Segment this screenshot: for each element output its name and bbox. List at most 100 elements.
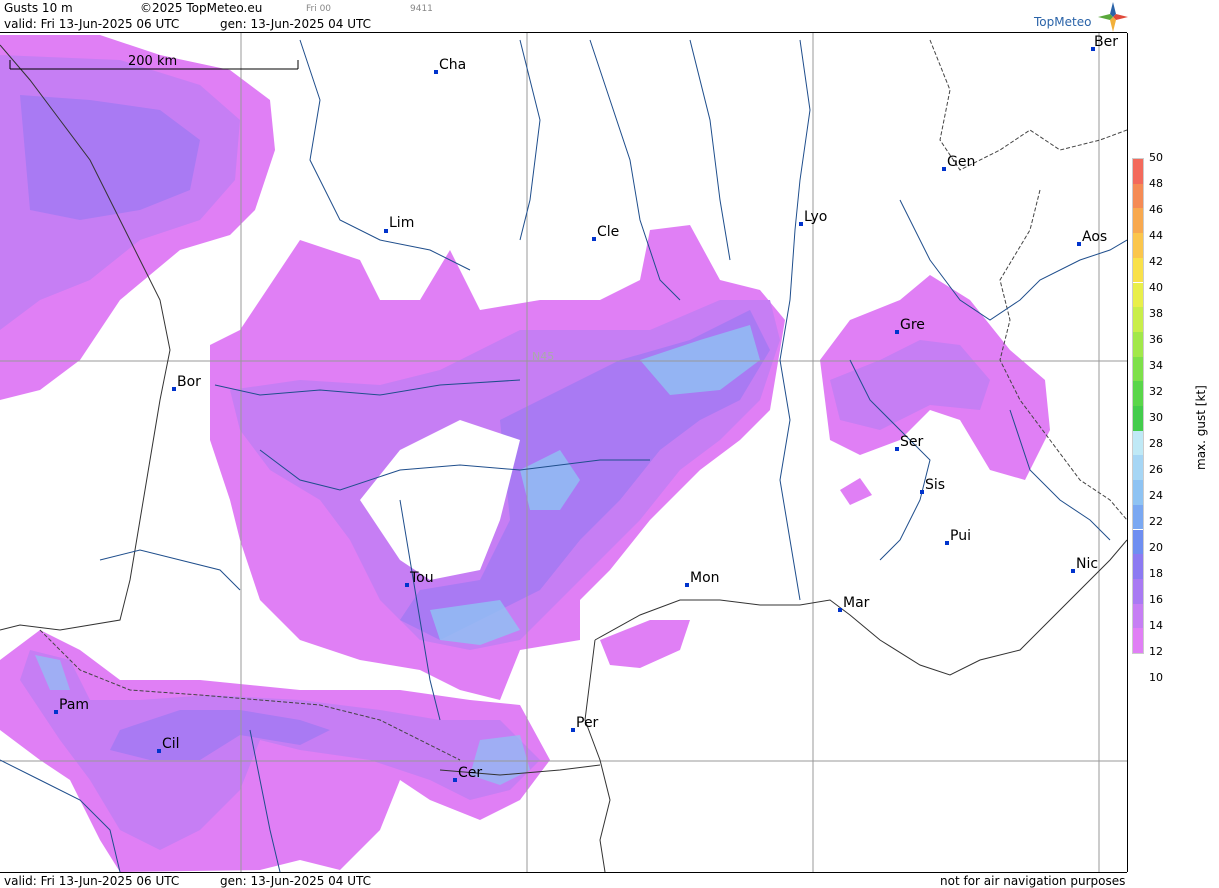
city-label: Cha — [439, 57, 466, 73]
legend-swatch — [1133, 430, 1143, 456]
city-dot — [945, 541, 949, 545]
valid-time: valid: Fri 13-Jun-2025 06 UTC — [4, 17, 180, 31]
legend-tick: 34 — [1149, 359, 1163, 372]
city-dot — [895, 330, 899, 334]
legend-swatch — [1133, 208, 1143, 234]
legend-swatch — [1133, 554, 1143, 579]
copyright: ©2025 TopMeteo.eu — [140, 1, 263, 15]
city-label: Lim — [389, 215, 414, 231]
city-label: Tou — [409, 570, 434, 586]
city-label: Ber — [1094, 34, 1118, 50]
scale-label: 200 km — [128, 54, 177, 69]
city-label: Cle — [597, 224, 619, 240]
legend-tick: 44 — [1149, 229, 1163, 242]
city-label: Nic — [1076, 556, 1098, 572]
legend-tick: 10 — [1149, 671, 1163, 684]
legend-swatch — [1133, 504, 1143, 530]
legend-tick: 50 — [1149, 151, 1163, 164]
city-label: Mon — [690, 570, 720, 586]
legend-swatch — [1133, 183, 1143, 209]
map-header: Gusts 10 m ©2025 TopMeteo.eu Fri 00 9411… — [0, 0, 1128, 33]
city-label: Bor — [177, 374, 201, 390]
legend-tick: 28 — [1149, 437, 1163, 450]
legend-tick: 12 — [1149, 645, 1163, 658]
legend-swatch — [1133, 331, 1143, 357]
legend-swatch — [1133, 529, 1143, 555]
city-dot — [942, 167, 946, 171]
city-dot — [384, 229, 388, 233]
lat-label-n45: N45 — [532, 350, 554, 363]
legend-tick: 46 — [1149, 203, 1163, 216]
legend-swatch — [1133, 381, 1143, 406]
city-dot — [799, 222, 803, 226]
legend-title: max. gust [kt] — [1194, 385, 1208, 470]
city-label: Sis — [925, 477, 945, 493]
legend-tick: 16 — [1149, 593, 1163, 606]
city-label: Gre — [900, 317, 925, 333]
brand-name: TopMeteo — [1034, 15, 1092, 29]
legend-swatch — [1133, 603, 1143, 629]
map-footer: valid: Fri 13-Jun-2025 06 UTC gen: 13-Ju… — [0, 872, 1127, 888]
legend-swatch — [1133, 233, 1143, 258]
legend-color-bar — [1132, 158, 1144, 654]
city-label: Cer — [458, 765, 482, 781]
city-dot — [920, 490, 924, 494]
city-label: Pui — [950, 528, 971, 544]
city-label: Gen — [947, 154, 975, 170]
legend-tick: 48 — [1149, 177, 1163, 190]
legend-swatch — [1133, 282, 1143, 308]
topmeteo-logo[interactable]: TopMeteo — [1034, 2, 1128, 32]
product-title: Gusts 10 m — [4, 1, 73, 15]
legend-tick: 18 — [1149, 567, 1163, 580]
city-label: Aos — [1082, 229, 1107, 245]
gust-map[interactable]: 200 km N45 Ber Cha Gen Lim Cle Lyo Aos G… — [0, 33, 1128, 873]
legend-swatch — [1133, 159, 1143, 184]
city-dot — [405, 583, 409, 587]
legend-tick: 42 — [1149, 255, 1163, 268]
legend-swatch — [1133, 406, 1143, 431]
city-dot — [54, 710, 58, 714]
footer-generated-time: gen: 13-Jun-2025 04 UTC — [220, 874, 372, 888]
legend-tick: 26 — [1149, 463, 1163, 476]
legend-tick: 14 — [1149, 619, 1163, 632]
city-dot — [685, 583, 689, 587]
gust-field — [0, 35, 1050, 872]
legend-tick: 40 — [1149, 281, 1163, 294]
legend-swatch — [1133, 356, 1143, 382]
legend-swatch — [1133, 480, 1143, 505]
legend-tick: 30 — [1149, 411, 1163, 424]
forecast-step: Fri 00 — [306, 4, 332, 14]
product-code: 9411 — [410, 4, 433, 14]
legend-tick: 20 — [1149, 541, 1163, 554]
city-label: Mar — [843, 595, 870, 611]
city-dot — [895, 447, 899, 451]
generated-time: gen: 13-Jun-2025 04 UTC — [220, 17, 372, 31]
city-dot — [838, 608, 842, 612]
city-label: Lyo — [804, 209, 827, 225]
legend-tick: 38 — [1149, 307, 1163, 320]
compass-icon — [1098, 2, 1128, 32]
legend-swatch — [1133, 307, 1143, 332]
city-label: Cil — [162, 736, 180, 752]
city-dot — [1077, 242, 1081, 246]
city-dot — [1071, 569, 1075, 573]
legend-swatch — [1133, 455, 1143, 481]
city-label: Per — [576, 715, 599, 731]
legend-tick: 24 — [1149, 489, 1163, 502]
city-dot — [434, 70, 438, 74]
footer-valid-time: valid: Fri 13-Jun-2025 06 UTC — [4, 874, 180, 888]
map-canvas: 200 km N45 Ber Cha Gen Lim Cle Lyo Aos G… — [0, 33, 1128, 873]
legend-swatch — [1133, 257, 1143, 283]
city-label: Ser — [900, 434, 924, 450]
legend-tick: 36 — [1149, 333, 1163, 346]
legend-tick: 22 — [1149, 515, 1163, 528]
city-dot — [453, 778, 457, 782]
disclaimer: not for air navigation purposes — [940, 874, 1126, 888]
legend-swatch — [1133, 578, 1143, 604]
legend-tick: 32 — [1149, 385, 1163, 398]
city-dot — [157, 749, 161, 753]
legend-swatch — [1133, 628, 1143, 653]
city-dot — [592, 237, 596, 241]
city-label: Pam — [59, 697, 89, 713]
city-dot — [571, 728, 575, 732]
